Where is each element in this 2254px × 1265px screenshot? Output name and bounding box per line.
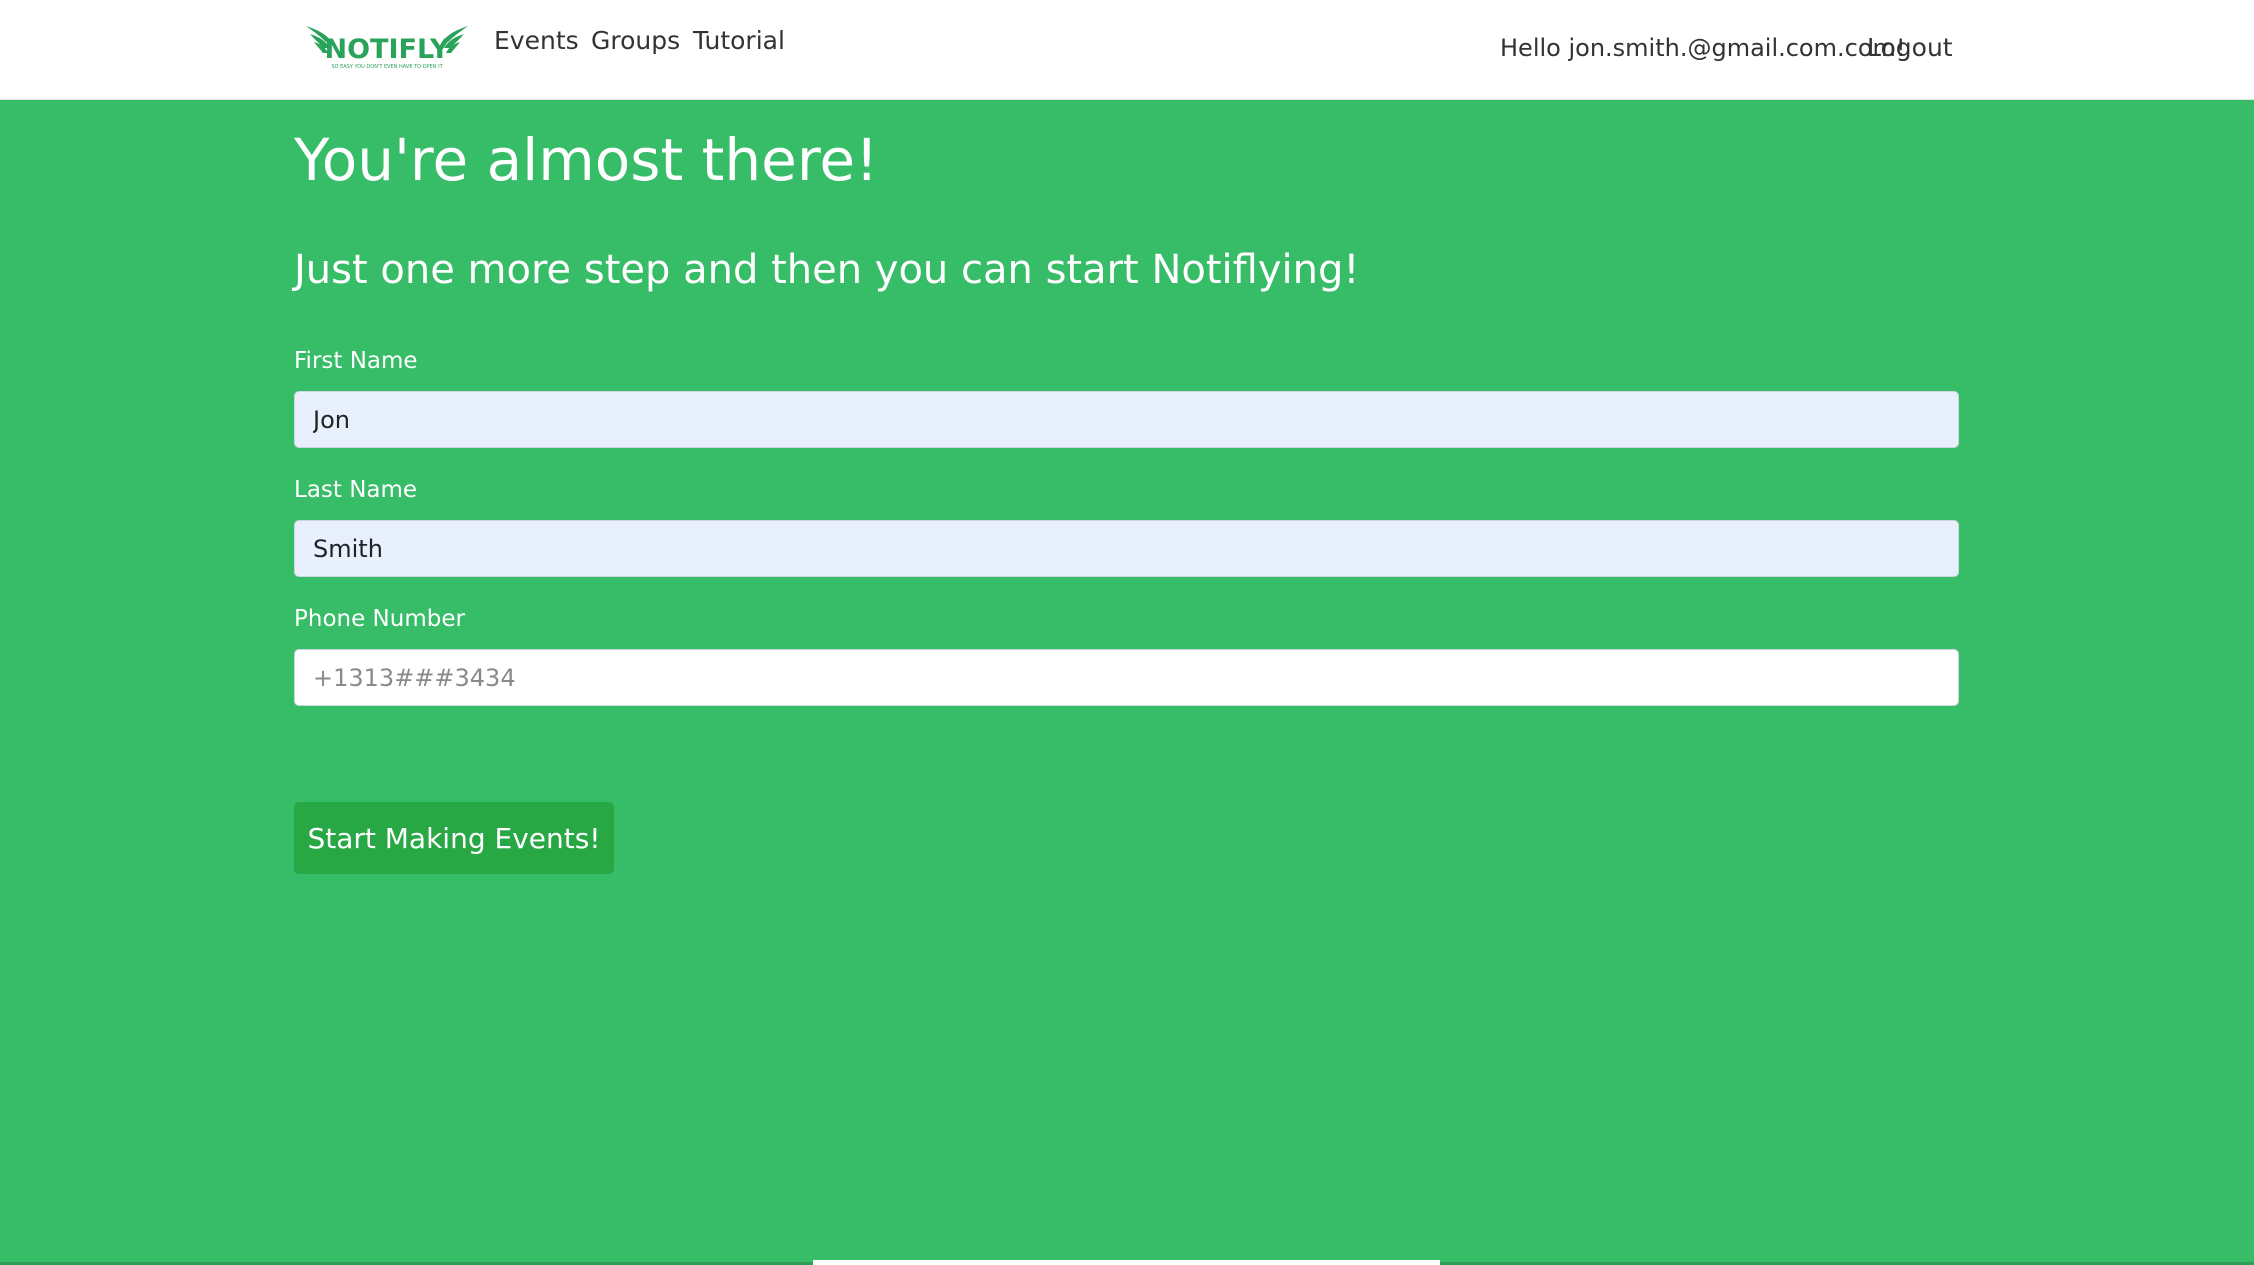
- first-name-label: First Name: [294, 348, 418, 374]
- last-name-input[interactable]: [294, 520, 1959, 577]
- page-subtitle: Just one more step and then you can star…: [294, 247, 1360, 293]
- top-navbar: NOTIFLY SO EASY YOU DON'T EVEN HAVE TO O…: [0, 0, 2254, 100]
- first-name-input[interactable]: [294, 391, 1959, 448]
- page-title: You're almost there!: [294, 126, 879, 194]
- nav-link-groups[interactable]: Groups: [591, 24, 680, 58]
- svg-text:NOTIFLY: NOTIFLY: [324, 34, 449, 65]
- logout-link[interactable]: Logout: [1867, 31, 1953, 65]
- notifly-logo[interactable]: NOTIFLY SO EASY YOU DON'T EVEN HAVE TO O…: [304, 20, 470, 76]
- user-greeting: Hello jon.smith.@gmail.com.com!: [1500, 34, 1906, 62]
- phone-number-input[interactable]: [294, 649, 1959, 706]
- start-making-events-button[interactable]: Start Making Events!: [294, 802, 614, 874]
- horizontal-scrollbar-thumb[interactable]: [813, 1260, 1440, 1265]
- nav-link-tutorial[interactable]: Tutorial: [693, 24, 785, 58]
- nav-link-events[interactable]: Events: [494, 24, 579, 58]
- last-name-label: Last Name: [294, 477, 418, 503]
- svg-text:SO EASY YOU DON'T EVEN HAVE TO: SO EASY YOU DON'T EVEN HAVE TO OPEN IT: [331, 64, 443, 70]
- phone-number-label: Phone Number: [294, 606, 465, 632]
